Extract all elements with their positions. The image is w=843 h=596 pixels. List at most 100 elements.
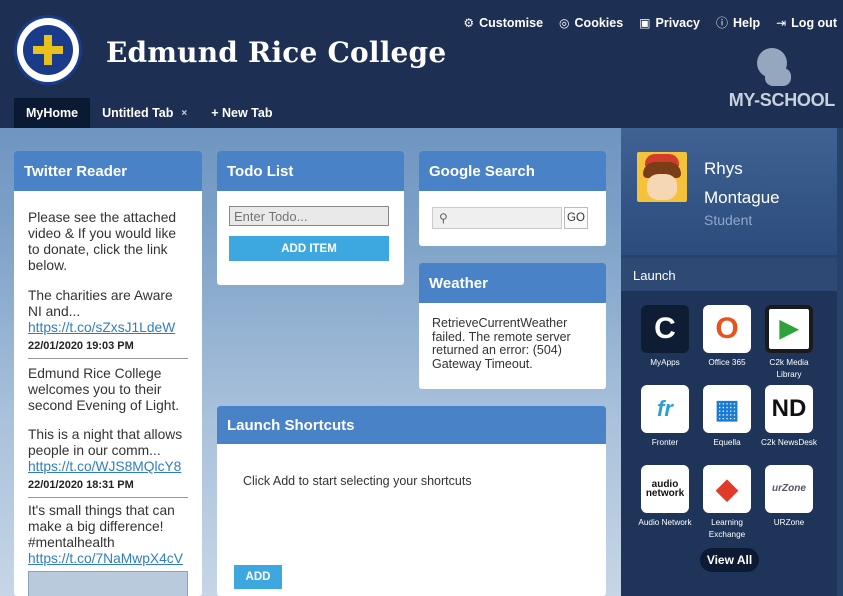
search-input[interactable]: ⚲ xyxy=(432,207,562,229)
logout-icon: ⇥ xyxy=(776,15,787,30)
add-shortcut-button[interactable]: ADD xyxy=(234,565,282,589)
app-c2k-media-library[interactable]: ▶ C2k Media Library xyxy=(759,305,819,381)
audio-network-icon: audio network xyxy=(641,465,689,513)
tweet-item: The charities are Aware NI and... https:… xyxy=(28,278,188,359)
close-tab-icon[interactable]: × xyxy=(181,108,187,119)
widget-title: Weather xyxy=(419,263,606,303)
app-launcher: C MyApps O Office 365 ▶ C2k Media Librar… xyxy=(621,291,837,596)
avatar[interactable] xyxy=(637,152,687,202)
app-learning-exchange[interactable]: ◆ Learning Exchange xyxy=(697,465,757,541)
school-crest-logo xyxy=(14,15,82,85)
help-link[interactable]: ⓘ Help xyxy=(716,14,760,31)
tab-untitled[interactable]: Untitled Tab × xyxy=(90,98,199,128)
tweet-item: This is a night that allows people in ou… xyxy=(28,418,188,498)
app-label: C2k Media Library xyxy=(769,358,809,379)
app-label: C2k NewsDesk xyxy=(761,438,817,447)
add-item-button[interactable]: ADD ITEM xyxy=(229,236,389,261)
tweet-item: Edmund Rice College welcomes you to thei… xyxy=(28,359,188,418)
go-button[interactable]: GO xyxy=(564,207,588,229)
view-all-button[interactable]: View All xyxy=(700,548,759,572)
right-sidebar: Rhys Montague Student Launch C MyApps O O… xyxy=(621,128,843,596)
app-audio-network[interactable]: audio network Audio Network xyxy=(635,465,695,529)
urzone-icon: urZone xyxy=(765,465,813,513)
app-label: URZone xyxy=(773,518,805,527)
launch-shortcuts-widget: Launch Shortcuts Click Add to start sele… xyxy=(217,406,606,596)
app-fronter[interactable]: fr Fronter xyxy=(635,385,695,449)
tweet-image[interactable] xyxy=(28,571,188,596)
tab-bar: MyHome Untitled Tab × + New Tab xyxy=(14,98,284,128)
tweet-text: The charities are Aware NI and... xyxy=(28,288,173,319)
media-library-icon: ▶ xyxy=(765,305,813,353)
app-label: Audio Network xyxy=(638,518,692,527)
brand-text: MY-SCHOOL xyxy=(728,90,836,110)
play-icon: ▶ xyxy=(779,315,799,342)
help-label: Help xyxy=(733,15,761,30)
profile-card: Rhys Montague Student xyxy=(621,128,837,255)
myapps-icon: C xyxy=(641,305,689,353)
app-urzone[interactable]: urZone URZone xyxy=(759,465,819,529)
last-name: Montague xyxy=(704,188,780,207)
new-tab-button[interactable]: + New Tab xyxy=(199,98,284,128)
tweet-link[interactable]: https://t.co/sZxsJ1LdeW xyxy=(28,320,188,336)
widget-title: Todo List xyxy=(217,151,404,191)
cookies-link[interactable]: ◎ Cookies xyxy=(559,14,623,31)
tweet-item: Please see the attached video & If you w… xyxy=(28,191,188,278)
google-search-widget: Google Search ⚲ GO xyxy=(419,151,606,246)
privacy-link[interactable]: ▣ Privacy xyxy=(639,14,700,31)
widget-title: Twitter Reader xyxy=(14,151,202,191)
app-label: Office 365 xyxy=(708,358,746,367)
tweet-item: It's small things that can make a big di… xyxy=(28,498,188,596)
app-label: Fronter xyxy=(651,438,679,447)
todo-input[interactable] xyxy=(229,206,389,226)
app-myapps[interactable]: C MyApps xyxy=(635,305,695,369)
profile-name: Rhys Montague xyxy=(704,154,824,212)
tab-label: + New Tab xyxy=(211,106,273,120)
app-c2k-newsdesk[interactable]: ND C2k NewsDesk xyxy=(759,385,819,449)
app-office-365[interactable]: O Office 365 xyxy=(697,305,757,369)
app-label: Equella xyxy=(713,438,741,447)
tweet-date: 22/01/2020 19:03 PM xyxy=(28,340,134,352)
weather-widget: Weather RetrieveCurrentWeather failed. T… xyxy=(419,263,606,389)
newsdesk-icon: ND xyxy=(765,385,813,433)
tweet-text: Edmund Rice College welcomes you to thei… xyxy=(28,366,180,413)
widget-title: Launch Shortcuts xyxy=(217,406,606,444)
twitter-reader-widget: Twitter Reader Please see the attached v… xyxy=(14,151,202,596)
office-365-icon: O xyxy=(703,305,751,353)
app-label: MyApps xyxy=(650,358,680,367)
tweet-date: 22/01/2020 18:31 PM xyxy=(28,479,134,491)
todo-list-widget: Todo List ADD ITEM xyxy=(217,151,404,285)
tweet-link[interactable]: https://t.co/7NaMwpX4cV xyxy=(28,551,188,567)
header-bar: Edmund Rice College ⚙ Customise ◎ Cookies … xyxy=(0,0,843,128)
equella-icon: ▦ xyxy=(703,385,751,433)
tab-label: Untitled Tab xyxy=(102,106,174,120)
customise-label: Customise xyxy=(479,15,544,30)
shortcuts-message: Click Add to start selecting your shortc… xyxy=(243,474,472,488)
gear-icon: ⚙ xyxy=(463,15,475,30)
my-school-logo: MY-SCHOOL xyxy=(715,46,835,112)
privacy-icon: ▣ xyxy=(639,15,651,30)
tab-myhome[interactable]: MyHome xyxy=(14,98,91,128)
fronter-icon: fr xyxy=(641,385,689,433)
tweet-text: It's small things that can make a big di… xyxy=(28,503,175,550)
help-icon: ⓘ xyxy=(716,16,729,30)
logout-link[interactable]: ⇥ Log out xyxy=(776,14,837,31)
search-icon: ⚲ xyxy=(439,211,448,225)
weather-message: RetrieveCurrentWeather failed. The remot… xyxy=(432,316,571,371)
customise-link[interactable]: ⚙ Customise xyxy=(463,14,543,31)
app-label: Learning Exchange xyxy=(708,518,746,539)
first-name: Rhys xyxy=(704,159,743,178)
cookies-label: Cookies xyxy=(574,15,624,30)
profile-role: Student xyxy=(704,212,753,228)
header-links: ⚙ Customise ◎ Cookies ▣ Privacy ⓘ Help ⇥ Log … xyxy=(463,14,837,31)
app-equella[interactable]: ▦ Equella xyxy=(697,385,757,449)
widget-title: Google Search xyxy=(419,151,606,191)
learning-exchange-icon: ◆ xyxy=(703,465,751,513)
launch-heading: Launch xyxy=(621,258,837,291)
privacy-label: Privacy xyxy=(655,15,700,30)
tab-label: MyHome xyxy=(26,106,79,120)
tweet-link[interactable]: https://t.co/WJS8MQlcY8 xyxy=(28,459,188,475)
tweet-text: This is a night that allows people in ou… xyxy=(28,427,183,458)
cookie-icon: ◎ xyxy=(559,15,570,30)
logout-label: Log out xyxy=(791,15,837,30)
school-name: Edmund Rice College xyxy=(106,36,447,69)
